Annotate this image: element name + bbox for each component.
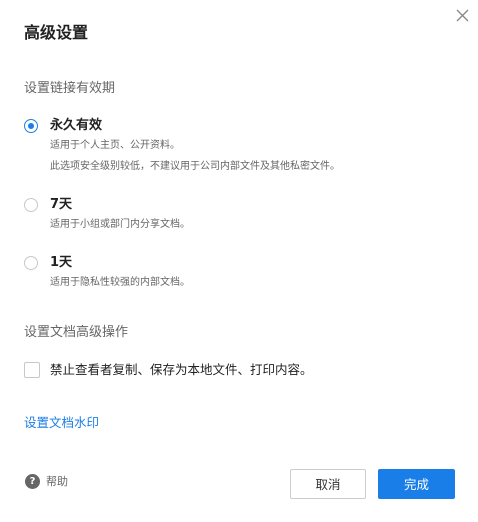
option-desc-1day: 适用于隐私性较强的内部文档。 <box>50 277 190 288</box>
option-desc-forever-1: 适用于个人主页、公开资料。 <box>50 140 180 151</box>
disable-copy-print-option[interactable]: 禁止查看者复制、保存为本地文件、打印内容。 <box>24 362 354 380</box>
help-link[interactable]: ? 帮助 <box>25 474 85 490</box>
disable-copy-print-label: 禁止查看者复制、保存为本地文件、打印内容。 <box>50 362 313 377</box>
dialog-title: 高级设置 <box>24 23 89 42</box>
link-validity-section-label: 设置链接有效期 <box>24 81 116 96</box>
cancel-button[interactable]: 取消 <box>290 469 366 499</box>
done-button[interactable]: 完成 <box>378 469 455 499</box>
option-label-7days: 7天 <box>50 197 73 212</box>
help-label: 帮助 <box>46 475 68 488</box>
radio-option-forever[interactable]: 永久有效 适用于个人主页、公开资料。 此选项安全级别较低，不建议用于公司内部文件… <box>24 118 424 179</box>
set-watermark-link[interactable]: 设置文档水印 <box>24 414 99 432</box>
close-icon[interactable] <box>452 6 472 26</box>
radio-option-1day[interactable]: 1天 适用于隐私性较强的内部文档。 <box>24 255 424 292</box>
disable-copy-print-checkbox[interactable] <box>24 362 40 378</box>
radio-button-7days[interactable] <box>24 198 38 212</box>
radio-button-forever[interactable] <box>24 119 38 133</box>
advanced-settings-dialog: 高级设置 设置链接有效期 永久有效 适用于个人主页、公开资料。 此选项安全级别较… <box>0 0 478 522</box>
question-icon: ? <box>25 474 40 489</box>
radio-button-1day[interactable] <box>24 256 38 270</box>
radio-option-7days[interactable]: 7天 适用于小组或部门内分享文档。 <box>24 197 424 234</box>
option-label-1day: 1天 <box>50 255 73 270</box>
advanced-ops-section-label: 设置文档高级操作 <box>24 325 129 340</box>
option-desc-forever-2: 此选项安全级别较低，不建议用于公司内部文件及其他私密文件。 <box>50 161 340 172</box>
option-label-forever: 永久有效 <box>50 118 103 133</box>
option-desc-7days: 适用于小组或部门内分享文档。 <box>50 219 190 230</box>
